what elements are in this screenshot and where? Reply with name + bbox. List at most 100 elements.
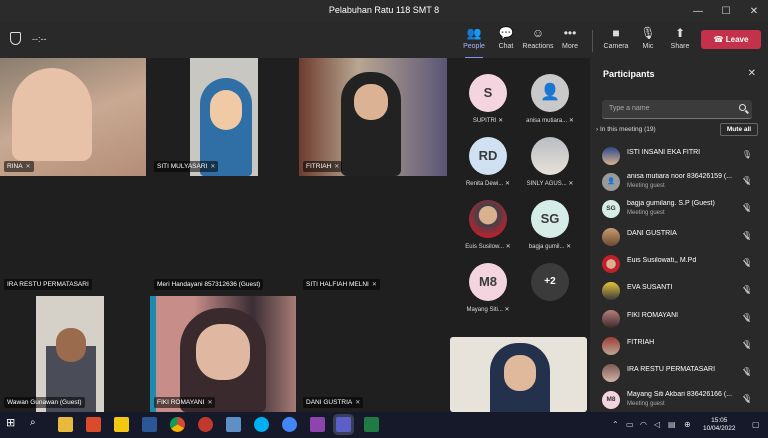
avatar-photo — [602, 282, 620, 300]
participant-row[interactable]: FIKI ROMAYANI 🎙 — [602, 308, 762, 330]
video-tile[interactable]: DANI GUSTRIA ✕ — [299, 296, 447, 412]
app-icon[interactable] — [198, 417, 213, 432]
camera-button[interactable]: ■ Camera — [599, 26, 633, 56]
people-button[interactable]: 👥 People — [457, 26, 491, 59]
people-icon: 👥 — [466, 26, 482, 40]
video-tile[interactable]: SITI MULYASARI ✕ — [150, 58, 296, 176]
mic-off-icon: ✕ — [210, 164, 216, 170]
participant-row[interactable]: DANI GUSTRIA 🎙 — [602, 226, 762, 248]
participant-avatar[interactable]: 👤 anisa mutiara... ✕ — [520, 74, 580, 124]
mic-off-icon[interactable]: 🎙 — [742, 394, 752, 403]
chat-icon: 💬 — [498, 26, 514, 40]
avatar: S — [469, 74, 507, 112]
participant-row[interactable]: EVA SUSANTI 🎙 — [602, 280, 762, 302]
video-tile[interactable]: FITRIAH ✕ — [299, 58, 447, 176]
chevron-up-icon[interactable]: ⌃ — [612, 420, 619, 429]
more-participants-button[interactable]: +2 — [520, 263, 580, 301]
video-tile[interactable]: RINA ✕ — [0, 58, 146, 176]
tile-name-label: RINA ✕ — [4, 161, 34, 172]
participant-avatar[interactable]: SINLY AGUS... ✕ — [520, 137, 580, 187]
minimize-button[interactable]: — — [684, 0, 712, 22]
participant-row[interactable]: IRA RESTU PERMATASARI 🎙 — [602, 362, 762, 384]
video-tile[interactable]: Wawan Gunawan (Guest) — [0, 296, 146, 412]
system-clock[interactable]: 15:05 10/04/2022 — [703, 417, 736, 433]
participant-avatar[interactable]: SG bagja gumil... ✕ — [520, 200, 580, 250]
leave-button[interactable]: ☎ Leave — [701, 30, 761, 49]
mic-off-icon[interactable]: 🎙 — [742, 176, 752, 185]
mic-off-icon[interactable]: 🎙 — [742, 258, 752, 267]
leave-label: Leave — [725, 35, 749, 44]
volume-icon[interactable]: ◁ — [654, 420, 660, 429]
mic-button[interactable]: 🎙 Mic — [631, 26, 665, 56]
participant-avatar[interactable]: RD Renita Dewi... ✕ — [458, 137, 518, 187]
mute-all-button[interactable]: Mute all — [720, 123, 758, 136]
mic-off-icon[interactable]: 🎙 — [742, 203, 752, 212]
participant-avatar[interactable]: M8 Mayang Siti... ✕ — [458, 263, 518, 313]
file-explorer-icon[interactable] — [58, 417, 73, 432]
toolbar-divider — [592, 30, 593, 52]
windows-start-icon[interactable]: ⊞ — [6, 416, 21, 431]
share-button[interactable]: ⬆ Share — [663, 26, 697, 56]
participant-name: FIKI ROMAYANI — [627, 312, 679, 319]
participant-avatar[interactable]: S SUPITRI ✕ — [458, 74, 518, 124]
meeting-toolbar: --:-- 👥 People 💬 Chat ☺ Reactions ••• Mo… — [0, 22, 768, 59]
participant-row[interactable]: FITRIAH 🎙 — [602, 335, 762, 357]
notifications-icon[interactable]: ▢ — [752, 420, 760, 429]
more-button[interactable]: ••• More — [553, 26, 587, 56]
chat-button[interactable]: 💬 Chat — [489, 26, 523, 56]
app-icon[interactable] — [86, 417, 101, 432]
tile-name-label: SITI MULYASARI ✕ — [154, 161, 219, 172]
close-panel-icon[interactable]: ✕ — [748, 68, 756, 79]
chrome-icon[interactable] — [170, 417, 185, 432]
avatar-photo — [602, 255, 620, 273]
mic-off-icon[interactable]: 🎙 — [742, 285, 752, 294]
skype-icon[interactable] — [254, 417, 269, 432]
mic-off-icon[interactable]: 🎙 — [742, 231, 752, 240]
teams-icon[interactable] — [336, 417, 351, 432]
mic-off-icon: ✕ — [25, 164, 31, 170]
video-tile[interactable]: IRA RESTU PERMATASARI — [0, 178, 146, 294]
app-icon[interactable] — [282, 417, 297, 432]
app-icon[interactable] — [310, 417, 325, 432]
excel-icon[interactable] — [364, 417, 379, 432]
mic-on-icon[interactable]: 🎙 — [742, 150, 752, 159]
participant-avatar[interactable]: Euis Susilow... ✕ — [458, 200, 518, 250]
battery-icon[interactable]: ▭ — [626, 420, 634, 429]
video-tile[interactable]: SITI HALFIAH MELNI ✕ — [299, 178, 447, 294]
video-tile[interactable]: FIKI ROMAYANI ✕ — [150, 296, 296, 412]
participant-row[interactable]: Euis Susilowati,, M.Pd 🎙 — [602, 253, 762, 275]
participant-role: Meeting guest — [627, 183, 665, 189]
reactions-label: Reactions — [522, 43, 554, 50]
avatar-photo — [602, 310, 620, 328]
app-icon[interactable] — [226, 417, 241, 432]
mic-off-icon[interactable]: 🎙 — [742, 313, 752, 322]
mic-off-icon[interactable]: 🎙 — [742, 340, 752, 349]
avatar: RD — [469, 137, 507, 175]
in-meeting-section-toggle[interactable]: › In this meeting (19) — [596, 126, 656, 133]
search-input[interactable]: Type a name — [602, 100, 752, 119]
reactions-button[interactable]: ☺ Reactions — [521, 26, 555, 56]
participant-role: Meeting guest — [627, 210, 665, 216]
close-window-button[interactable]: ✕ — [740, 0, 768, 22]
language-icon[interactable]: ⊕ — [684, 420, 691, 429]
keyboard-icon[interactable]: ▤ — [668, 420, 676, 429]
video-tile[interactable]: Meri Handayani 857312636 (Guest) — [150, 178, 296, 294]
shield-icon — [10, 32, 21, 45]
search-icon — [739, 104, 746, 111]
mic-off-icon: ✕ — [371, 282, 377, 288]
participant-row[interactable]: 👤 anisa mutiara noor 836426159 (... Meet… — [602, 171, 762, 193]
participant-row[interactable]: M8 Mayang Siti Akbari 836426166 (... Mee… — [602, 389, 762, 411]
participant-row[interactable]: ISTI INSANI EKA FITRI 🎙 — [602, 145, 762, 167]
title-bar: Pelabuhan Ratu 118 SMT 8 — ☐ ✕ — [0, 0, 768, 22]
search-icon[interactable]: ⌕ — [30, 417, 45, 432]
maximize-button[interactable]: ☐ — [712, 0, 740, 22]
sticky-notes-icon[interactable] — [114, 417, 129, 432]
mic-off-icon[interactable]: 🎙 — [742, 367, 752, 376]
participant-name: DANI GUSTRIA — [627, 230, 677, 237]
word-icon[interactable] — [142, 417, 157, 432]
wifi-icon[interactable]: ◠ — [640, 420, 647, 429]
participant-row[interactable]: SG bagja gumilang. S.P (Guest) Meeting g… — [602, 198, 762, 220]
camera-icon: ■ — [612, 26, 620, 40]
participant-name: FITRIAH — [627, 339, 655, 346]
reactions-icon: ☺ — [531, 26, 545, 40]
